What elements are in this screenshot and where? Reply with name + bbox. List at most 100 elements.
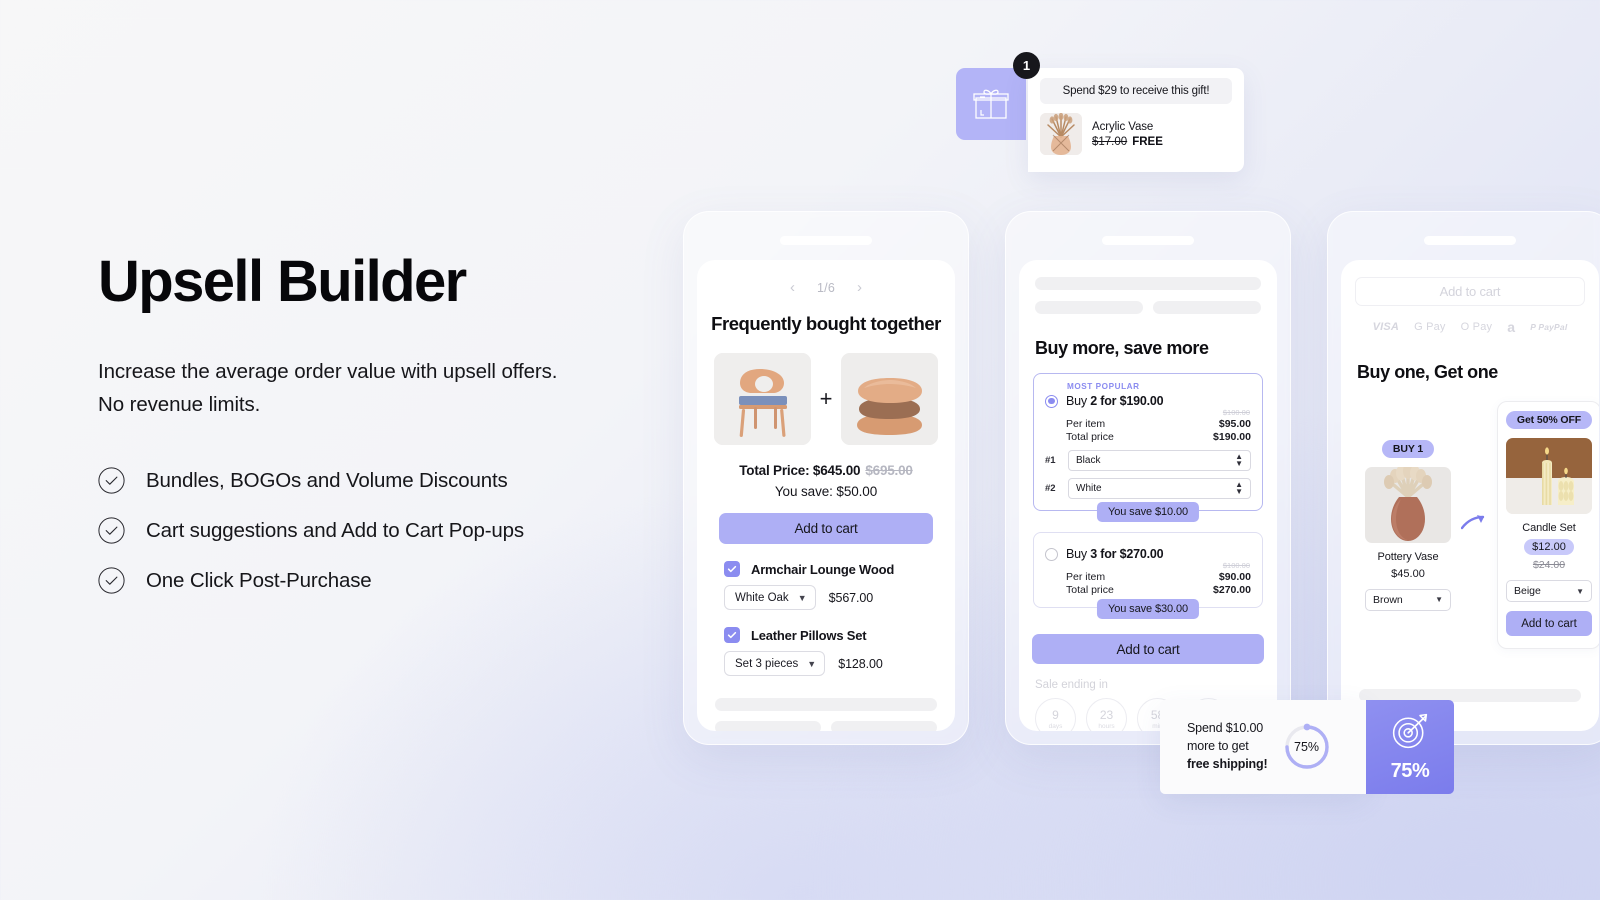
bundle-total: Total Price: $645.00 $695.00	[697, 463, 955, 478]
feature-label: Cart suggestions and Add to Cart Pop-ups	[146, 518, 525, 542]
tier-total-label: Total price	[1066, 584, 1114, 596]
add-to-cart-button[interactable]: Add to cart	[1032, 634, 1264, 664]
gift-product-details: Acrylic Vase $17.00 FREE	[1092, 121, 1163, 148]
product-image-armchair	[713, 353, 811, 445]
checkbox-checked-icon[interactable]	[724, 561, 740, 577]
tier-variant-row: #1 Black ▲ ▼	[1045, 450, 1251, 471]
tier-savings-pill: You save $10.00	[1096, 502, 1200, 522]
free-shipping-progress-widget: Spend $10.00 more to get free shipping! …	[1160, 700, 1454, 794]
gift-product-row: Acrylic Vase $17.00 FREE	[1040, 113, 1232, 155]
variant-select[interactable]: White Oak ▼	[724, 585, 816, 610]
tier-heading-pre: Buy	[1066, 547, 1091, 561]
carousel-pager: ‹ 1/6 ›	[697, 280, 955, 295]
skeleton-bar	[715, 721, 821, 731]
timer-unit: 23 hours	[1086, 698, 1127, 731]
page-title: Upsell Builder	[98, 249, 467, 314]
tier-per-item-value: $90.00	[1218, 571, 1251, 583]
tier-heading-qty: 2	[1090, 394, 1097, 408]
tier-total: Total price $270.00	[1045, 584, 1251, 596]
variant-select-value: Brown	[1373, 593, 1403, 606]
bogo-buy-variant-select[interactable]: Brown ▼	[1365, 588, 1451, 611]
volume-tier-option[interactable]: MOST POPULAR Buy 2 for $190.00 $100.00 P…	[1033, 373, 1263, 522]
timer-unit-label: hours	[1098, 722, 1115, 730]
bogo-buy-name: Pottery Vase	[1377, 550, 1439, 563]
shipping-line-2: more to get	[1187, 739, 1249, 754]
skeleton-bar	[831, 721, 937, 731]
radio-selected-icon[interactable]	[1045, 394, 1058, 408]
bundle-item-variant-row: Set 3 pieces ▼ $128.00	[724, 651, 955, 676]
feature-label: One Click Post-Purchase	[146, 568, 372, 592]
google-pay-icon: G Pay	[1414, 321, 1446, 333]
timer-unit: 9 days	[1035, 698, 1076, 731]
carousel-next-icon[interactable]: ›	[857, 280, 862, 295]
shipping-line-3: free shipping!	[1187, 756, 1268, 771]
tier-per-item: Per item $95.00	[1045, 418, 1251, 430]
page-root: Upsell Builder Increase the average orde…	[0, 0, 1600, 900]
shipping-goal-panel: 75%	[1366, 700, 1454, 794]
tier-heading-post: for $270.00	[1096, 547, 1164, 561]
gift-panel: 1 Spend $29 to receive this gift! Acryli…	[1013, 52, 1244, 172]
bogo-get-variant-select[interactable]: Beige ▼	[1506, 580, 1592, 602]
shipping-progress-text: Spend $10.00 more to get free shipping!	[1187, 720, 1268, 773]
bundle-item-row[interactable]: Leather Pillows Set	[724, 627, 955, 643]
variant-select[interactable]: Set 3 pieces ▼	[724, 651, 826, 676]
step-number-badge: 1	[1013, 52, 1040, 79]
skeleton-bar	[1035, 301, 1143, 314]
volume-tier-option[interactable]: Buy 3 for $270.00 $100.00 Per item $90.0…	[1033, 532, 1263, 619]
variant-select[interactable]: Black ▲ ▼	[1068, 450, 1251, 471]
bundle-item-name: Leather Pillows Set	[751, 627, 867, 643]
skeleton-row	[1035, 301, 1261, 314]
tier-heading-post: for $190.00	[1096, 394, 1164, 408]
chevron-down-icon: ▼	[797, 592, 807, 603]
variant-select[interactable]: White ▲ ▼	[1068, 478, 1251, 499]
add-to-cart-button[interactable]: Add to cart	[1506, 611, 1592, 636]
tier-compare-price: $100.00	[1222, 408, 1250, 417]
gift-threshold-banner: Spend $29 to receive this gift!	[1040, 78, 1232, 104]
tier-heading-qty: 3	[1090, 547, 1097, 561]
card-title: Frequently bought together	[711, 313, 941, 334]
tier-heading-pre: Buy	[1066, 394, 1091, 408]
visa-icon: VISA	[1372, 321, 1400, 333]
bogo-get-compare-price: $24.00	[1532, 559, 1566, 571]
gift-free-label: FREE	[1132, 135, 1163, 148]
variant-index: #2	[1045, 483, 1056, 494]
checkbox-checked-icon[interactable]	[724, 627, 740, 643]
bundle-savings: You save: $50.00	[774, 484, 878, 499]
phone-mockup-bogo: Add to cart VISA G Pay O Pay a P PayPal …	[1327, 211, 1600, 745]
list-item: Bundles, BOGOs and Volume Discounts	[98, 467, 698, 494]
skeleton-bar	[1153, 301, 1261, 314]
timer-unit-label: days	[1048, 722, 1063, 730]
arrow-right-icon	[1460, 514, 1487, 537]
sale-timer-label: Sale ending in	[1035, 679, 1108, 691]
bundle-item-row[interactable]: Armchair Lounge Wood	[724, 561, 955, 577]
chevron-down-icon: ▼	[807, 658, 817, 669]
list-item: One Click Post-Purchase	[98, 567, 698, 594]
paypal-icon: P PayPal	[1530, 322, 1568, 332]
gift-icon	[973, 89, 1009, 119]
add-to-cart-button-ghost[interactable]: Add to cart	[1355, 277, 1585, 306]
tier-heading-text: Buy 3 for $270.00	[1066, 547, 1164, 561]
radio-unselected-icon[interactable]	[1045, 547, 1058, 561]
list-item: Cart suggestions and Add to Cart Pop-ups	[98, 517, 698, 544]
carousel-prev-icon[interactable]: ‹	[790, 280, 795, 295]
progress-ring: 75%	[1282, 722, 1332, 772]
bogo-products: BUY 1 Pottery Vase $45.00 Brown ▼ Get 50…	[1365, 401, 1599, 649]
variant-select-value: White Oak	[735, 591, 789, 604]
bogo-get-name: Candle Set	[1522, 522, 1576, 534]
phone-screen: Buy more, save more MOST POPULAR Buy 2 f…	[1019, 260, 1277, 731]
skeleton-row	[715, 721, 937, 731]
feature-list: Bundles, BOGOs and Volume Discounts Cart…	[98, 467, 698, 594]
chevron-down-icon: ▼	[1576, 586, 1584, 596]
tier-per-item-label: Per item	[1066, 418, 1106, 430]
tier-compare-price: $100.00	[1222, 561, 1250, 570]
hero-subcopy: Increase the average order value with up…	[98, 359, 558, 417]
add-to-cart-button[interactable]: Add to cart	[719, 513, 933, 544]
tier-savings-pill: You save $30.00	[1096, 599, 1200, 619]
gift-old-price: $17.00	[1092, 135, 1128, 148]
shipping-goal-percent: 75%	[1390, 760, 1430, 782]
bogo-buy-product: BUY 1 Pottery Vase $45.00 Brown ▼	[1365, 439, 1451, 611]
card-title: Buy more, save more	[1035, 338, 1209, 358]
tier-heading: Buy 2 for $190.00	[1045, 394, 1251, 408]
tier-total-value: $190.00	[1213, 431, 1251, 443]
bogo-buy-price: $45.00	[1391, 567, 1425, 580]
